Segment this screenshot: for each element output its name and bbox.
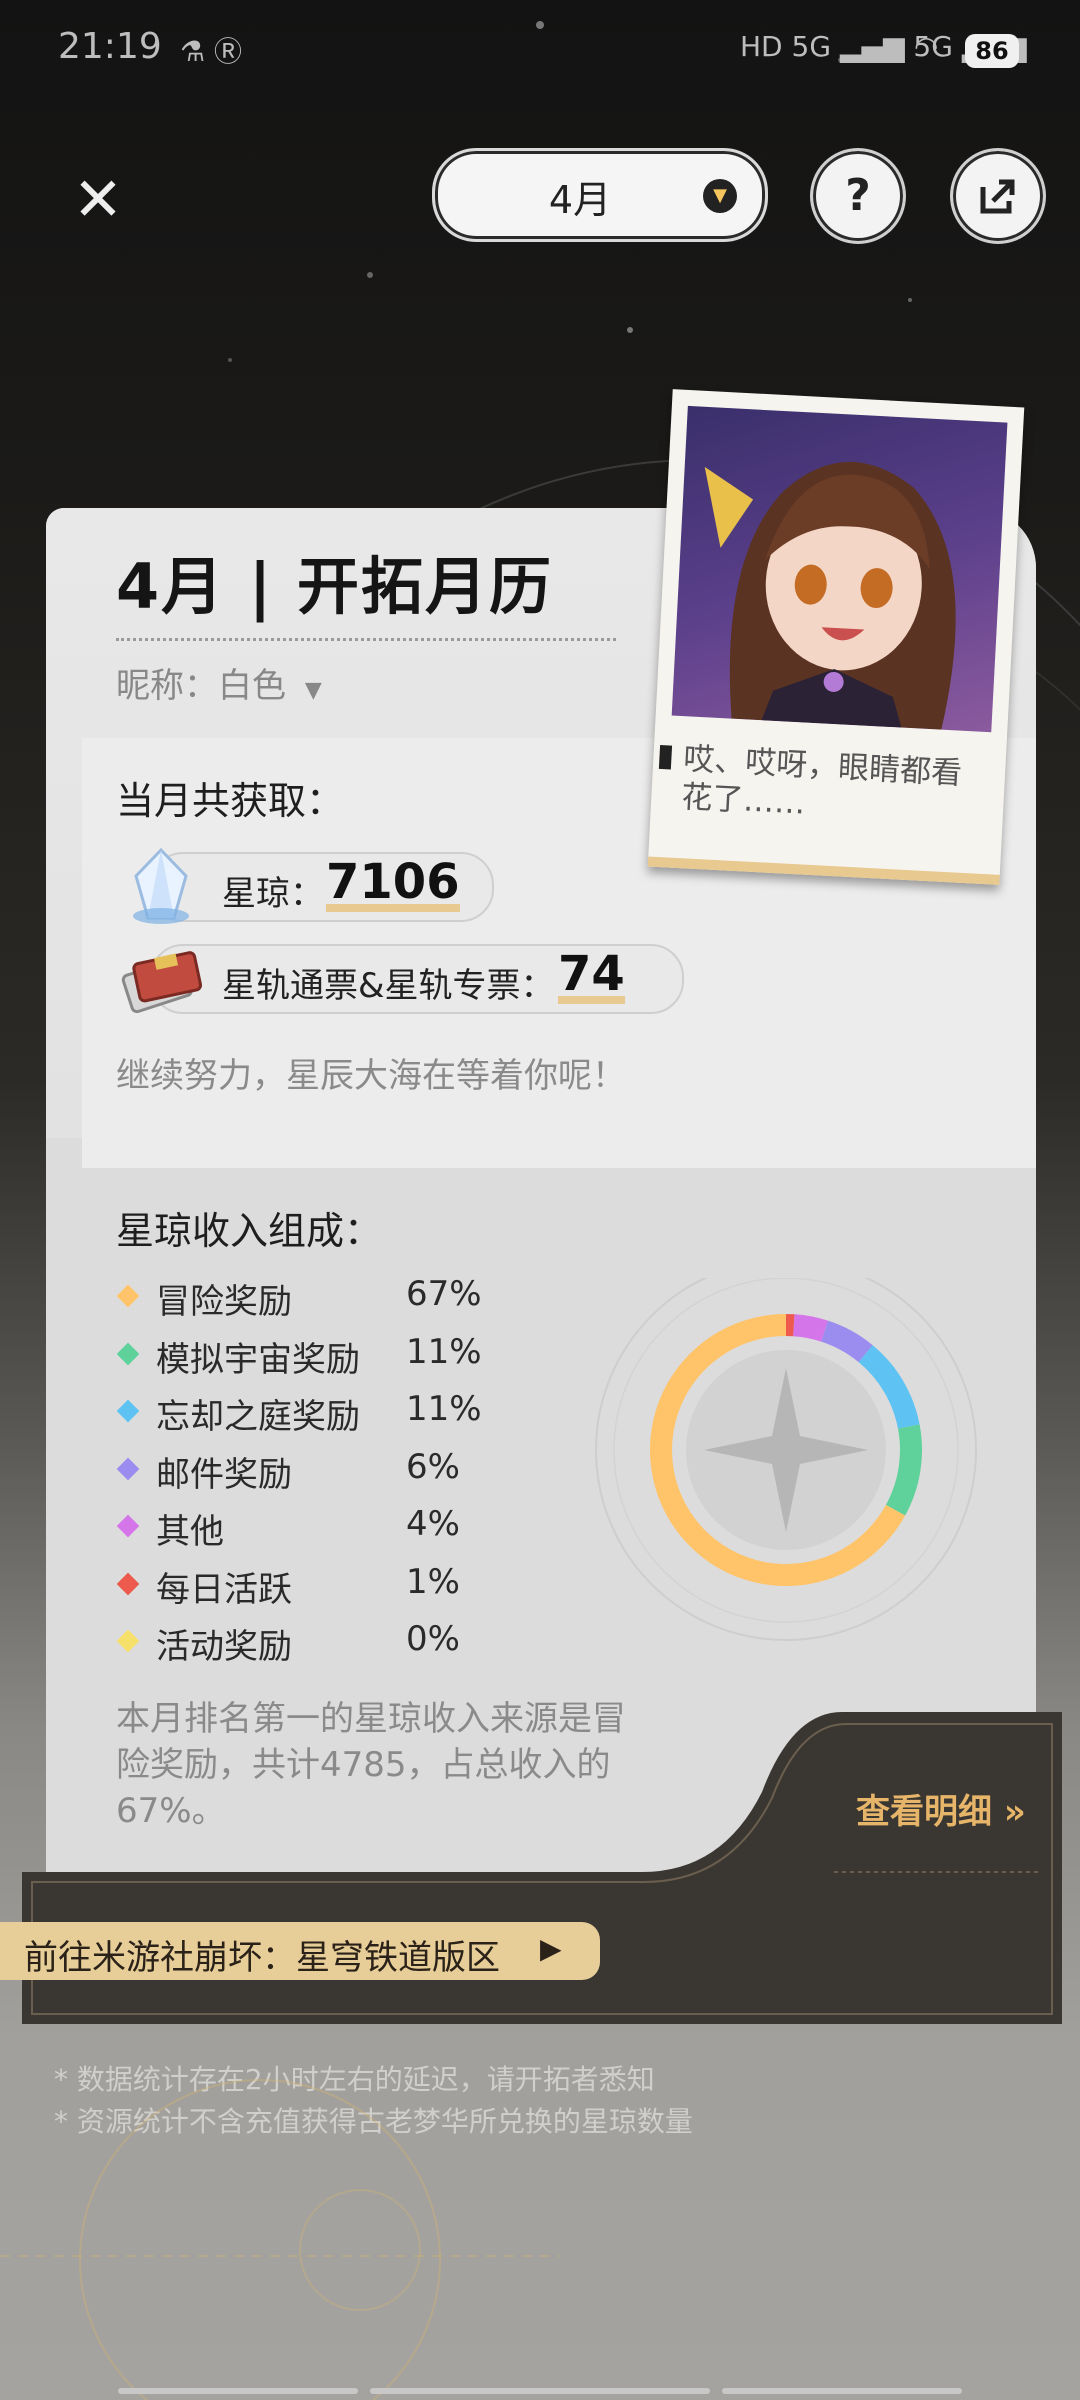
character-photo-card: 哎、哎呀，眼睛都看花了…… bbox=[647, 389, 1025, 885]
title-divider bbox=[116, 638, 616, 641]
legend-label: 每日活跃 bbox=[156, 1569, 292, 1610]
legend-percent: 6% bbox=[406, 1446, 460, 1487]
legend-percent: 67% bbox=[406, 1274, 482, 1314]
share-button[interactable] bbox=[950, 148, 1046, 244]
close-button[interactable]: ✕ bbox=[58, 160, 138, 240]
legend-percent: 1% bbox=[406, 1561, 460, 1602]
legend-percent: 11% bbox=[406, 1389, 482, 1429]
battery-indicator: 86 bbox=[965, 34, 1019, 68]
character-quote: 哎、哎呀，眼睛都看花了…… bbox=[680, 741, 963, 822]
encouragement-text: 继续努力，星辰大海在等着你呢！ bbox=[116, 1056, 626, 1096]
notification-icon: ⚗ Ⓡ bbox=[180, 35, 243, 68]
month-selector[interactable]: 4月 ▼ bbox=[432, 148, 768, 242]
wifi-icon: ◠ bbox=[914, 30, 939, 63]
composition-title: 星琼收入组成： bbox=[116, 1209, 383, 1253]
nav-indicator bbox=[722, 2388, 962, 2394]
donut-slice-邮件奖励 bbox=[820, 1320, 873, 1363]
close-icon: ✕ bbox=[72, 165, 124, 235]
stellar-jade-value: 7106 bbox=[326, 854, 460, 912]
decorative-orbit-lines bbox=[0, 2079, 560, 2400]
nav-indicator bbox=[118, 2388, 358, 2394]
chevron-down-icon: ▼ bbox=[703, 179, 737, 213]
legend-percent: 4% bbox=[406, 1504, 460, 1544]
caret-down-icon: ▼ bbox=[304, 678, 322, 703]
stellar-jade-icon bbox=[133, 847, 189, 924]
star-rail-pass-icon bbox=[121, 951, 203, 1014]
pass-value: 74 bbox=[558, 946, 625, 1004]
page-title: 4月 | 开拓月历 bbox=[116, 550, 553, 623]
status-time: 21:19 bbox=[58, 26, 162, 67]
month-selector-label: 4月 bbox=[548, 178, 612, 222]
nickname-selector[interactable]: 昵称：白色 ▼ bbox=[116, 658, 322, 707]
legend-label: 其他 bbox=[156, 1512, 224, 1552]
legend-label: 模拟宇宙奖励 bbox=[156, 1339, 360, 1380]
pass-label: 星轨通票&星轨专票： bbox=[222, 966, 555, 1006]
legend-label: 冒险奖励 bbox=[156, 1282, 292, 1322]
help-button[interactable]: ? bbox=[810, 148, 906, 244]
monthly-gain-title: 当月共获取： bbox=[116, 779, 345, 823]
legend-percent: 0% bbox=[406, 1619, 460, 1659]
donut-slice-其他 bbox=[792, 1314, 829, 1342]
composition-donut-chart bbox=[595, 1278, 977, 1641]
legend-label: 活动奖励 bbox=[156, 1627, 292, 1667]
share-icon bbox=[980, 179, 1015, 214]
legend-label: 忘却之庭奖励 bbox=[156, 1397, 360, 1437]
legend-percent: 11% bbox=[406, 1331, 482, 1372]
nickname-label: 昵称：白色 bbox=[116, 666, 286, 706]
character-portrait bbox=[671, 405, 1008, 733]
photo-tab bbox=[658, 744, 673, 770]
help-icon: ? bbox=[845, 170, 871, 221]
legend-label: 邮件奖励 bbox=[156, 1454, 292, 1495]
stellar-jade-label: 星琼： bbox=[222, 874, 324, 914]
status-bar: 21:19 ⚗ Ⓡ HD 5G ▂▄▆ 5G ▂▄▆ ◠ 86 bbox=[0, 0, 1080, 100]
donut-slice-模拟宇宙奖励 bbox=[885, 1424, 922, 1516]
nav-indicator bbox=[370, 2388, 710, 2394]
view-details-link[interactable]: 查看明细 » bbox=[856, 1784, 1026, 1833]
